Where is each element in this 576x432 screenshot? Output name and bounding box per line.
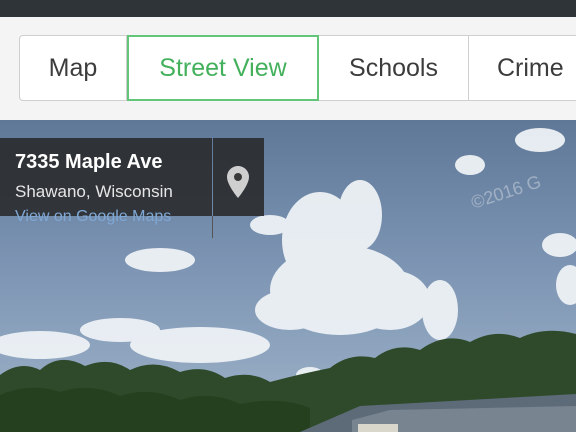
view-tabs: Map Street View Schools Crime [19, 35, 576, 101]
tab-crime[interactable]: Crime [469, 36, 576, 100]
address-city: Shawano, Wisconsin [15, 182, 173, 201]
map-pin-icon [227, 166, 249, 198]
tab-map[interactable]: Map [20, 36, 127, 100]
address-card [0, 138, 212, 216]
tab-schools[interactable]: Schools [319, 36, 469, 100]
view-on-google-maps-link[interactable]: View on Google Maps [15, 208, 171, 226]
view-tabs-container: Map Street View Schools Crime [0, 17, 576, 120]
tab-street-view[interactable]: Street View [127, 35, 319, 101]
pin-divider [212, 216, 213, 238]
map-pin-button[interactable] [213, 138, 264, 216]
top-bar [0, 0, 576, 17]
address-street: 7335 Maple Ave [15, 151, 163, 173]
